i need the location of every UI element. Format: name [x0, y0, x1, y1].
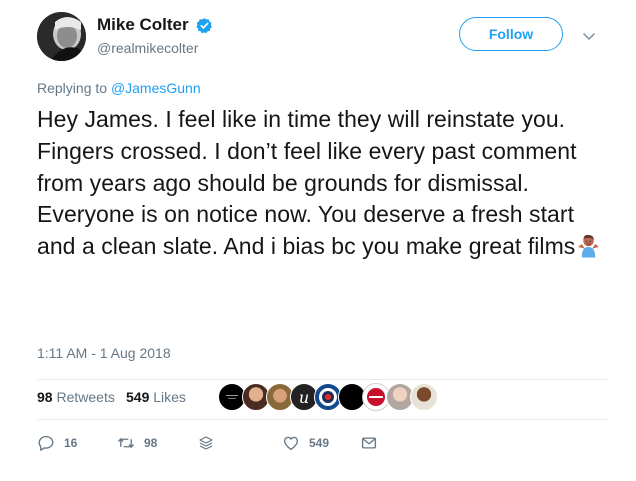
avatar-photo-icon: [37, 12, 86, 61]
divider: [37, 379, 607, 380]
chevron-down-icon[interactable]: [582, 29, 596, 41]
svg-text:u: u: [299, 388, 309, 407]
stack-button[interactable]: [197, 432, 215, 454]
user-handle[interactable]: @realmikecolter: [97, 40, 213, 56]
likes-stat[interactable]: 549 Likes: [126, 389, 186, 405]
like-count: 549: [309, 436, 330, 450]
follow-button[interactable]: Follow: [459, 17, 563, 51]
retweets-stat[interactable]: 98 Retweets: [37, 389, 115, 405]
reply-target-link[interactable]: @JamesGunn: [111, 80, 201, 96]
envelope-icon: [361, 437, 377, 449]
replying-to: Replying to @JamesGunn: [37, 80, 201, 96]
likes-count: 549: [126, 389, 150, 405]
display-name[interactable]: Mike Colter: [97, 15, 189, 35]
tweet-body: Hey James. I feel like in time they will…: [37, 106, 577, 260]
like-button[interactable]: 549: [282, 432, 329, 454]
person-shrugging-emoji-icon: [575, 232, 602, 259]
verified-badge-icon: [196, 17, 213, 34]
retweets-label: Retweets: [56, 389, 115, 405]
retweet-button[interactable]: 98: [117, 432, 157, 454]
retweets-count: 98: [37, 389, 53, 405]
reply-icon: [38, 435, 54, 451]
likes-label: Likes: [153, 389, 186, 405]
reply-button[interactable]: 16: [37, 432, 77, 454]
reply-count: 16: [64, 436, 78, 450]
heart-icon: [283, 436, 299, 451]
direct-message-button[interactable]: [360, 432, 378, 454]
avatar[interactable]: [37, 12, 86, 61]
layers-icon: [199, 436, 213, 450]
liker-avatar[interactable]: [410, 383, 438, 411]
user-name-block[interactable]: Mike Colter @realmikecolter: [97, 15, 213, 56]
replying-to-label: Replying to: [37, 80, 108, 96]
retweet-count: 98: [144, 436, 158, 450]
tweet-timestamp[interactable]: 1:11 AM - 1 Aug 2018: [37, 345, 171, 361]
divider: [37, 419, 607, 420]
tweet-actions: 16 98 549: [37, 432, 437, 456]
tweet-header: Mike Colter @realmikecolter Follow: [37, 12, 607, 62]
tweet-text: Hey James. I feel like in time they will…: [37, 104, 607, 263]
retweet-icon: [117, 438, 135, 448]
